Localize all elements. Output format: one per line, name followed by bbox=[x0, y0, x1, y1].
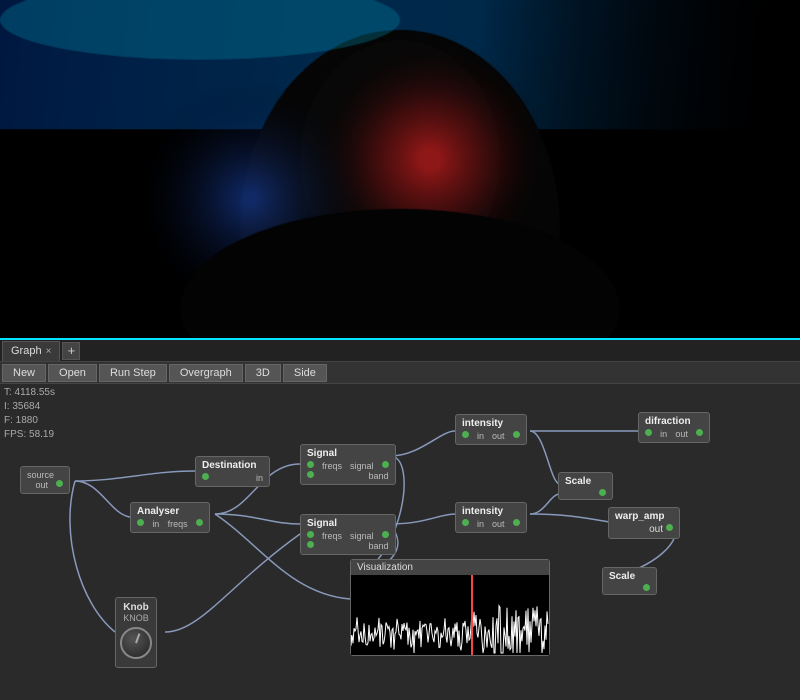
open-button[interactable]: Open bbox=[48, 364, 97, 382]
tab-close-icon[interactable]: × bbox=[46, 346, 52, 357]
signal1-title: Signal bbox=[307, 448, 389, 459]
analyser-node[interactable]: Analyser in freqs bbox=[130, 502, 210, 533]
visualization-canvas bbox=[351, 575, 549, 655]
source-node[interactable]: source out bbox=[20, 466, 70, 494]
scale2-node[interactable]: Scale bbox=[602, 567, 657, 595]
warp-amp-node[interactable]: warp_amp out bbox=[608, 507, 680, 539]
intensity1-title: intensity bbox=[462, 418, 520, 429]
intensity2-out-port[interactable] bbox=[513, 519, 520, 526]
scale2-title: Scale bbox=[609, 571, 650, 582]
scale1-node[interactable]: Scale bbox=[558, 472, 613, 500]
difraction-title: difraction bbox=[645, 416, 703, 427]
analyser-freqs-port[interactable] bbox=[196, 519, 203, 526]
knob-label: KNOB bbox=[120, 613, 152, 623]
signal1-node[interactable]: Signal freqs signal band bbox=[300, 444, 396, 485]
difraction-node[interactable]: difraction in out bbox=[638, 412, 710, 443]
scale1-out-port[interactable] bbox=[599, 489, 606, 496]
node-canvas: source out Destination in Analyser in fr… bbox=[0, 384, 800, 700]
destination-title: Destination bbox=[202, 460, 263, 471]
3d-button[interactable]: 3D bbox=[245, 364, 281, 382]
signal2-band-port[interactable] bbox=[307, 541, 314, 548]
graph-panel: Graph × + New Open Run Step Overgraph 3D… bbox=[0, 340, 800, 700]
intensity2-title: intensity bbox=[462, 506, 520, 517]
intensity2-in-port[interactable] bbox=[462, 519, 469, 526]
graph-tab[interactable]: Graph × bbox=[2, 341, 60, 361]
add-tab-button[interactable]: + bbox=[62, 342, 80, 360]
knob-title: Knob bbox=[120, 602, 152, 613]
signal1-freqs-port[interactable] bbox=[307, 461, 314, 468]
intensity1-node[interactable]: intensity in out bbox=[455, 414, 527, 445]
signal1-band-port[interactable] bbox=[307, 471, 314, 478]
destination-node[interactable]: Destination in bbox=[195, 456, 270, 487]
knob-control[interactable] bbox=[120, 627, 152, 659]
preview-canvas bbox=[0, 0, 800, 338]
toolbar: New Open Run Step Overgraph 3D Side bbox=[0, 362, 800, 384]
destination-in-port[interactable] bbox=[202, 473, 209, 480]
intensity2-node[interactable]: intensity in out bbox=[455, 502, 527, 533]
intensity1-out-port[interactable] bbox=[513, 431, 520, 438]
side-button[interactable]: Side bbox=[283, 364, 327, 382]
warp-amp-out-port[interactable] bbox=[666, 524, 673, 531]
new-button[interactable]: New bbox=[2, 364, 46, 382]
signal2-freqs-port[interactable] bbox=[307, 531, 314, 538]
tab-bar: Graph × + bbox=[0, 340, 800, 362]
run-step-button[interactable]: Run Step bbox=[99, 364, 167, 382]
graph-tab-label: Graph bbox=[11, 345, 42, 357]
analyser-title: Analyser bbox=[137, 506, 203, 517]
signal2-title: Signal bbox=[307, 518, 389, 529]
difraction-in-port[interactable] bbox=[645, 429, 652, 436]
warp-amp-title: warp_amp bbox=[615, 511, 673, 522]
signal2-node[interactable]: Signal freqs signal band bbox=[300, 514, 396, 555]
signal1-out-port[interactable] bbox=[382, 461, 389, 468]
intensity1-in-port[interactable] bbox=[462, 431, 469, 438]
scale1-title: Scale bbox=[565, 476, 606, 487]
scale2-out-port[interactable] bbox=[643, 584, 650, 591]
preview-area bbox=[0, 0, 800, 340]
source-label: source bbox=[27, 470, 54, 480]
visualization-title: Visualization bbox=[351, 560, 549, 575]
visualization-node[interactable]: Visualization bbox=[350, 559, 550, 656]
red-line bbox=[471, 575, 473, 655]
signal2-out-port[interactable] bbox=[382, 531, 389, 538]
waveform-svg bbox=[351, 575, 549, 655]
knob-node[interactable]: Knob KNOB bbox=[115, 597, 157, 668]
difraction-out-port[interactable] bbox=[696, 429, 703, 436]
analyser-in-port[interactable] bbox=[137, 519, 144, 526]
overgraph-button[interactable]: Overgraph bbox=[169, 364, 243, 382]
source-out-port[interactable] bbox=[56, 480, 63, 487]
